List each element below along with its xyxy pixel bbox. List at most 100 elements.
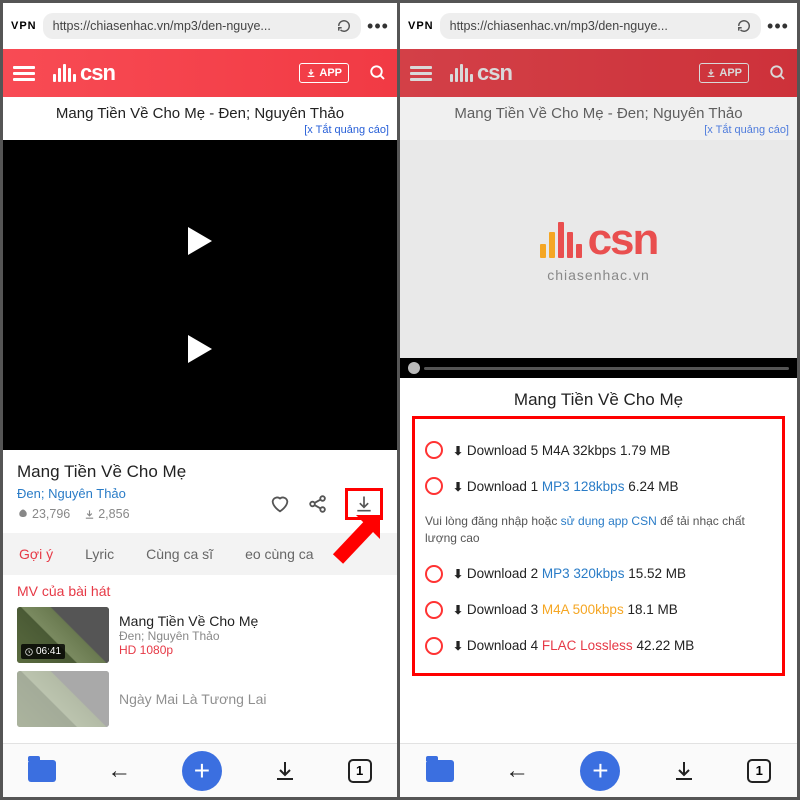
note-pre: Vui lòng đăng nhập hoặc — [425, 514, 561, 528]
mv-section-label: MV của bài hát — [3, 575, 397, 603]
brand-subtitle: chiasenhac.vn — [547, 267, 650, 283]
radio-icon[interactable] — [425, 601, 443, 619]
download-option[interactable]: ⬇ Download 2 MP3 320kbps 15.52 MB — [425, 565, 772, 583]
reload-icon[interactable] — [737, 19, 751, 33]
page-title: Mang Tiền Về Cho Mẹ - Đen; Nguyên Thảo — [400, 97, 797, 124]
back-icon[interactable]: ← — [107, 757, 131, 785]
player-area[interactable]: csn chiasenhac.vn — [400, 140, 797, 378]
new-tab-button[interactable]: + — [580, 751, 620, 791]
hamburger-icon[interactable] — [13, 63, 35, 84]
dl-format: MP3 128kbps — [542, 479, 625, 494]
mv-thumbnail: 06:41 — [17, 607, 109, 663]
radio-icon[interactable] — [425, 477, 443, 495]
heart-icon[interactable] — [269, 493, 291, 515]
mv-artists: Đen; Nguyên Thảo — [119, 629, 258, 643]
download-option[interactable]: ⬇ Download 3 M4A 500kbps 18.1 MB — [425, 601, 772, 619]
mv-quality: HD 1080p — [119, 643, 258, 657]
dl-label: Download 3 — [467, 602, 542, 617]
dl-label: Download 4 — [467, 638, 542, 653]
brand-text: csn — [80, 60, 115, 86]
url-field[interactable]: https://chiasenhac.vn/mp3/den-nguye... — [43, 13, 361, 39]
vpn-badge: VPN — [11, 20, 37, 32]
search-icon[interactable] — [769, 64, 787, 82]
download-button-highlighted[interactable] — [345, 488, 383, 520]
close-ad-link[interactable]: [x Tắt quảng cáo] — [3, 124, 397, 140]
download-manager-icon[interactable] — [672, 759, 696, 783]
radio-icon[interactable] — [425, 441, 443, 459]
more-menu-icon[interactable]: ••• — [367, 16, 389, 37]
mv-thumbnail — [17, 671, 109, 727]
mv-title: Mang Tiền Về Cho Mẹ — [119, 613, 258, 629]
tabs-button[interactable]: 1 — [747, 759, 771, 783]
download-option[interactable]: ⬇ Download 5 M4A 32kbps 1.79 MB — [425, 441, 772, 459]
download-manager-icon[interactable] — [273, 759, 297, 783]
site-logo[interactable]: csn — [450, 60, 512, 86]
download-count: 2,856 — [98, 507, 129, 521]
play-icon[interactable] — [188, 335, 212, 363]
new-tab-button[interactable]: + — [182, 751, 222, 791]
seek-bar[interactable] — [400, 358, 797, 378]
seek-handle[interactable] — [408, 362, 420, 374]
tab-lyric[interactable]: Lyric — [69, 546, 130, 562]
tab-same-artist[interactable]: Cùng ca sĩ — [130, 546, 229, 562]
close-ad-link[interactable]: [x Tắt quảng cáo] — [400, 124, 797, 140]
login-required-note: Vui lòng đăng nhập hoặc sử dụng app CSN … — [425, 513, 772, 547]
song-info: Mang Tiền Về Cho Mẹ Đen; Nguyên Thảo 23,… — [3, 450, 397, 527]
csn-logo-big: csn — [540, 215, 658, 265]
brand-text-big: csn — [588, 215, 658, 265]
site-header: csn APP — [3, 49, 397, 97]
song-artists[interactable]: Đen; Nguyên Thảo — [17, 486, 130, 501]
back-icon[interactable]: ← — [505, 757, 529, 785]
dl-label: Download 5 — [467, 443, 542, 458]
app-download-button[interactable]: APP — [699, 63, 749, 83]
brand-text: csn — [477, 60, 512, 86]
mv-title: Ngày Mai Là Tương Lai — [119, 691, 266, 707]
radio-icon[interactable] — [425, 637, 443, 655]
dl-format: FLAC Lossless — [542, 638, 633, 653]
url-field[interactable]: https://chiasenhac.vn/mp3/den-nguye... — [440, 13, 761, 39]
vpn-badge: VPN — [408, 20, 434, 32]
dl-size: 6.24 MB — [624, 479, 678, 494]
site-logo[interactable]: csn — [53, 60, 115, 86]
app-btn-label: APP — [319, 67, 342, 79]
dl-format: M4A 32kbps — [542, 443, 616, 458]
use-app-link[interactable]: sử dụng app CSN — [561, 514, 657, 528]
browser-toolbar: ← + 1 — [3, 743, 397, 797]
browser-toolbar: ← + 1 — [400, 743, 797, 797]
left-screenshot: VPN https://chiasenhac.vn/mp3/den-nguye.… — [3, 3, 400, 797]
dl-size: 1.79 MB — [616, 443, 670, 458]
modal-title: Mang Tiền Về Cho Mẹ — [412, 390, 785, 410]
hamburger-icon[interactable] — [410, 63, 432, 84]
duration-badge: 06:41 — [21, 644, 65, 659]
dl-label: Download 2 — [467, 566, 542, 581]
download-option[interactable]: ⬇ Download 1 MP3 128kbps 6.24 MB — [425, 477, 772, 495]
tabs-button[interactable]: 1 — [348, 759, 372, 783]
search-icon[interactable] — [369, 64, 387, 82]
right-screenshot: VPN https://chiasenhac.vn/mp3/den-nguye.… — [400, 3, 797, 797]
downloads-folder-icon[interactable] — [28, 760, 56, 782]
play-icon[interactable] — [188, 227, 212, 255]
listen-count: 23,796 — [32, 507, 70, 521]
mv-item[interactable]: 06:41 Mang Tiền Về Cho Mẹ Đen; Nguyên Th… — [3, 603, 397, 667]
radio-icon[interactable] — [425, 565, 443, 583]
dl-size: 15.52 MB — [624, 566, 686, 581]
more-menu-icon[interactable]: ••• — [767, 16, 789, 37]
tab-suggest[interactable]: Gợi ý — [3, 546, 69, 562]
dl-format: MP3 320kbps — [542, 566, 625, 581]
downloads-folder-icon[interactable] — [426, 760, 454, 782]
download-option[interactable]: ⬇ Download 4 FLAC Lossless 42.22 MB — [425, 637, 772, 655]
dl-size: 18.1 MB — [624, 602, 678, 617]
app-download-button[interactable]: APP — [299, 63, 349, 83]
browser-bar: VPN https://chiasenhac.vn/mp3/den-nguye.… — [3, 3, 397, 49]
reload-icon[interactable] — [337, 19, 351, 33]
seek-track — [424, 367, 789, 370]
player-area[interactable] — [3, 140, 397, 450]
share-icon[interactable] — [307, 493, 329, 515]
duration-text: 06:41 — [36, 646, 61, 657]
site-header: csn APP — [400, 49, 797, 97]
tab-video-same[interactable]: eo cùng ca — [229, 546, 330, 562]
download-options-highlighted: ⬇ Download 5 M4A 32kbps 1.79 MB ⬇ Downlo… — [412, 416, 785, 676]
mv-item[interactable]: Ngày Mai Là Tương Lai — [3, 667, 397, 731]
red-annotation-arrow — [328, 509, 384, 565]
dl-label: Download 1 — [467, 479, 542, 494]
